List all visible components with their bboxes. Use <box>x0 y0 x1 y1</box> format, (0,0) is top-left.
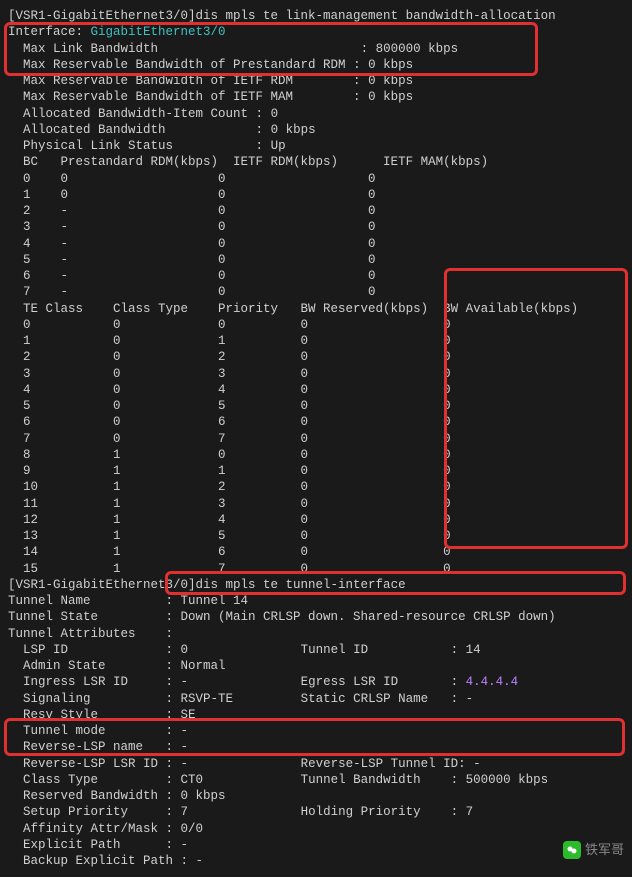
te-row: 6 0 6 0 0 <box>8 414 624 430</box>
cmd2-line[interactable]: [VSR1-GigabitEthernet3/0]dis mpls te tun… <box>8 577 624 593</box>
max-resv-ietf-mam: Max Reservable Bandwidth of IETF MAM : 0… <box>8 89 624 105</box>
phys-link: Physical Link Status : Up <box>8 138 624 154</box>
tunnel-attr: Tunnel Attributes : <box>8 626 624 642</box>
te-row: 11 1 3 0 0 <box>8 496 624 512</box>
terminal-output: [VSR1-GigabitEthernet3/0]dis mpls te lin… <box>8 8 624 869</box>
rev-lsp-name: Reverse-LSP name : - <box>8 739 624 755</box>
lsp-id: LSP ID : 0 Tunnel ID : 14 <box>8 642 624 658</box>
alloc-bw-item: Allocated Bandwidth-Item Count : 0 <box>8 106 624 122</box>
watermark-text: 铁军哥 <box>585 842 624 859</box>
te-row: 12 1 4 0 0 <box>8 512 624 528</box>
resv-style: Resv Style : SE <box>8 707 624 723</box>
wechat-icon <box>563 841 581 859</box>
bc-row: 3 - 0 0 <box>8 219 624 235</box>
tunnel-state: Tunnel State : Down (Main CRLSP down. Sh… <box>8 609 624 625</box>
te-row: 13 1 5 0 0 <box>8 528 624 544</box>
te-row: 5 0 5 0 0 <box>8 398 624 414</box>
explicit-path: Explicit Path : - <box>8 837 624 853</box>
bc-row: 7 - 0 0 <box>8 284 624 300</box>
bc-row: 0 0 0 0 <box>8 171 624 187</box>
te-row: 9 1 1 0 0 <box>8 463 624 479</box>
max-link-bw: Max Link Bandwidth : 800000 kbps <box>8 41 624 57</box>
te-header: TE Class Class Type Priority BW Reserved… <box>8 301 624 317</box>
te-row: 7 0 7 0 0 <box>8 431 624 447</box>
cmd1-line[interactable]: [VSR1-GigabitEthernet3/0]dis mpls te lin… <box>8 8 624 24</box>
cmd1-text: dis mpls te link-management bandwidth-al… <box>196 9 556 23</box>
watermark: 铁军哥 <box>563 841 624 859</box>
te-row: 1 0 1 0 0 <box>8 333 624 349</box>
backup-path: Backup Explicit Path : - <box>8 853 624 869</box>
reserved-bw: Reserved Bandwidth : 0 kbps <box>8 788 624 804</box>
bc-header: BC Prestandard RDM(kbps) IETF RDM(kbps) … <box>8 154 624 170</box>
admin-state: Admin State : Normal <box>8 658 624 674</box>
alloc-bw: Allocated Bandwidth : 0 kbps <box>8 122 624 138</box>
max-resv-pre: Max Reservable Bandwidth of Prestandard … <box>8 57 624 73</box>
te-row: 10 1 2 0 0 <box>8 479 624 495</box>
te-row: 4 0 4 0 0 <box>8 382 624 398</box>
te-row: 14 1 6 0 0 <box>8 544 624 560</box>
setup-prio: Setup Priority : 7 Holding Priority : 7 <box>8 804 624 820</box>
ingress-lsr: Ingress LSR ID : - Egress LSR ID : 4.4.4… <box>8 674 624 690</box>
cmd2-text: dis mpls te tunnel-interface <box>196 578 406 592</box>
iface-label: Interface: <box>8 25 91 39</box>
iface-value: GigabitEthernet3/0 <box>91 25 226 39</box>
tunnel-mode: Tunnel mode : - <box>8 723 624 739</box>
bc-row: 2 - 0 0 <box>8 203 624 219</box>
te-row: 3 0 3 0 0 <box>8 366 624 382</box>
max-resv-ietf-rdm: Max Reservable Bandwidth of IETF RDM : 0… <box>8 73 624 89</box>
bc-row: 4 - 0 0 <box>8 236 624 252</box>
affinity: Affinity Attr/Mask : 0/0 <box>8 821 624 837</box>
tunnel-name: Tunnel Name : Tunnel 14 <box>8 593 624 609</box>
bc-row: 5 - 0 0 <box>8 252 624 268</box>
te-row: 8 1 0 0 0 <box>8 447 624 463</box>
prompt2: [VSR1-GigabitEthernet3/0] <box>8 578 196 592</box>
prompt: [VSR1-GigabitEthernet3/0] <box>8 9 196 23</box>
rev-lsp-lsr: Reverse-LSP LSR ID : - Reverse-LSP Tunne… <box>8 756 624 772</box>
class-type: Class Type : CT0 Tunnel Bandwidth : 5000… <box>8 772 624 788</box>
signaling: Signaling : RSVP-TE Static CRLSP Name : … <box>8 691 624 707</box>
te-row: 0 0 0 0 0 <box>8 317 624 333</box>
bc-row: 6 - 0 0 <box>8 268 624 284</box>
bc-row: 1 0 0 0 <box>8 187 624 203</box>
te-row: 2 0 2 0 0 <box>8 349 624 365</box>
te-row: 15 1 7 0 0 <box>8 561 624 577</box>
